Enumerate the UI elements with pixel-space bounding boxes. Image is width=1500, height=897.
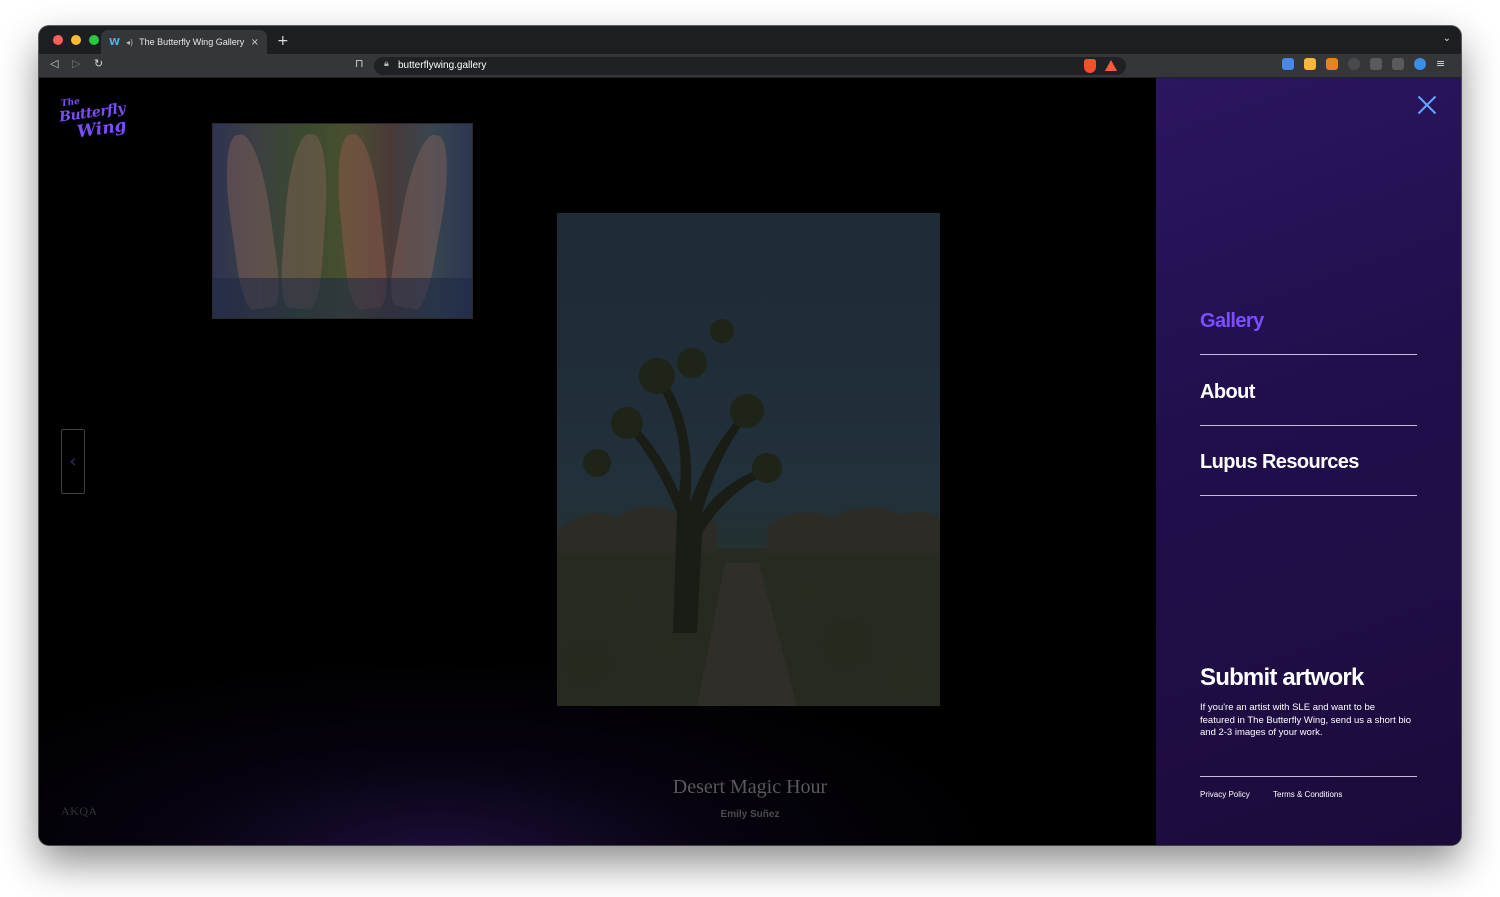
artwork-dancers[interactable]	[212, 123, 473, 319]
terms-conditions-link[interactable]: Terms & Conditions	[1273, 790, 1342, 799]
metamask-extension-icon[interactable]	[1326, 58, 1338, 70]
tab-title: The Butterfly Wing Gallery	[139, 37, 245, 47]
nav-item-label: Lupus Resources	[1200, 451, 1359, 473]
tab-active[interactable]: W ◂) The Butterfly Wing Gallery ×	[101, 30, 267, 54]
site-favicon-icon: W	[109, 36, 121, 48]
browser-toolbar: ◁ ▷ ↻ ⊓ 🔒︎ butterflywing.gallery ≡	[39, 54, 1461, 78]
reload-icon[interactable]: ↻	[94, 57, 103, 70]
minimize-window-button[interactable]	[71, 35, 81, 45]
submit-artwork-description: If you're an artist with SLE and want to…	[1200, 702, 1412, 738]
menu-panel: Gallery About Lupus Resources Submit art…	[1156, 78, 1461, 845]
profile-avatar-icon[interactable]	[1414, 58, 1426, 70]
pin-extension-icon[interactable]	[1304, 58, 1316, 70]
nav-item-label: About	[1200, 381, 1255, 403]
painting-water	[213, 278, 472, 318]
bookmark-icon[interactable]: ⊓	[355, 57, 364, 70]
bat-rewards-icon[interactable]	[1105, 60, 1117, 71]
nav-item-about[interactable]: About	[1200, 356, 1417, 426]
browser-window: W ◂) The Butterfly Wing Gallery × + ⌄ ◁ …	[39, 26, 1461, 845]
close-window-button[interactable]	[53, 35, 63, 45]
nav-item-label: Gallery	[1200, 310, 1264, 332]
artwork-desert-magic-hour[interactable]	[557, 213, 940, 706]
footer-divider	[1200, 776, 1417, 777]
nav-item-lupus-resources[interactable]: Lupus Resources	[1200, 426, 1417, 496]
sponsor-logo[interactable]: AKQA	[61, 804, 98, 819]
privacy-policy-link[interactable]: Privacy Policy	[1200, 790, 1250, 799]
wallet-icon[interactable]	[1392, 58, 1404, 70]
extensions-puzzle-icon[interactable]	[1370, 58, 1382, 70]
brave-shield-icon[interactable]	[1084, 59, 1096, 73]
chevron-left-icon: ‹	[69, 451, 77, 472]
url-text[interactable]: butterflywing.gallery	[398, 60, 486, 71]
extensions-area: ≡	[1282, 58, 1445, 70]
lock-icon[interactable]: 🔒︎	[384, 59, 389, 69]
submit-artwork-link[interactable]: Submit artwork	[1200, 664, 1364, 692]
site-logo[interactable]: The Butterfly Wing	[58, 97, 129, 143]
back-icon[interactable]: ◁	[50, 57, 58, 70]
window-controls	[53, 35, 99, 45]
tab-bar: W ◂) The Butterfly Wing Gallery × + ⌄	[39, 26, 1461, 54]
tab-search-chevron-icon[interactable]: ⌄	[1443, 33, 1451, 44]
tab-close-icon[interactable]: ×	[251, 37, 259, 48]
new-tab-button[interactable]: +	[277, 33, 289, 49]
browser-menu-icon[interactable]: ≡	[1436, 58, 1445, 70]
artwork-title: Desert Magic Hour	[672, 776, 828, 798]
maximize-window-button[interactable]	[89, 35, 99, 45]
page-content: The Butterfly Wing ‹ Desert Magic Hour E…	[39, 78, 1461, 845]
translate-extension-icon[interactable]	[1282, 58, 1294, 70]
address-bar[interactable]: 🔒︎ butterflywing.gallery	[374, 57, 1126, 75]
joshua-tree-painting	[557, 319, 940, 706]
artwork-artist: Emily Suñez	[720, 809, 780, 820]
nav-item-gallery[interactable]: Gallery	[1200, 285, 1417, 355]
close-icon[interactable]	[1417, 95, 1437, 115]
audio-icon[interactable]: ◂)	[126, 38, 133, 47]
forward-icon[interactable]: ▷	[72, 57, 80, 70]
previous-artwork-button[interactable]: ‹	[61, 429, 85, 494]
react-devtools-icon[interactable]	[1348, 58, 1360, 70]
